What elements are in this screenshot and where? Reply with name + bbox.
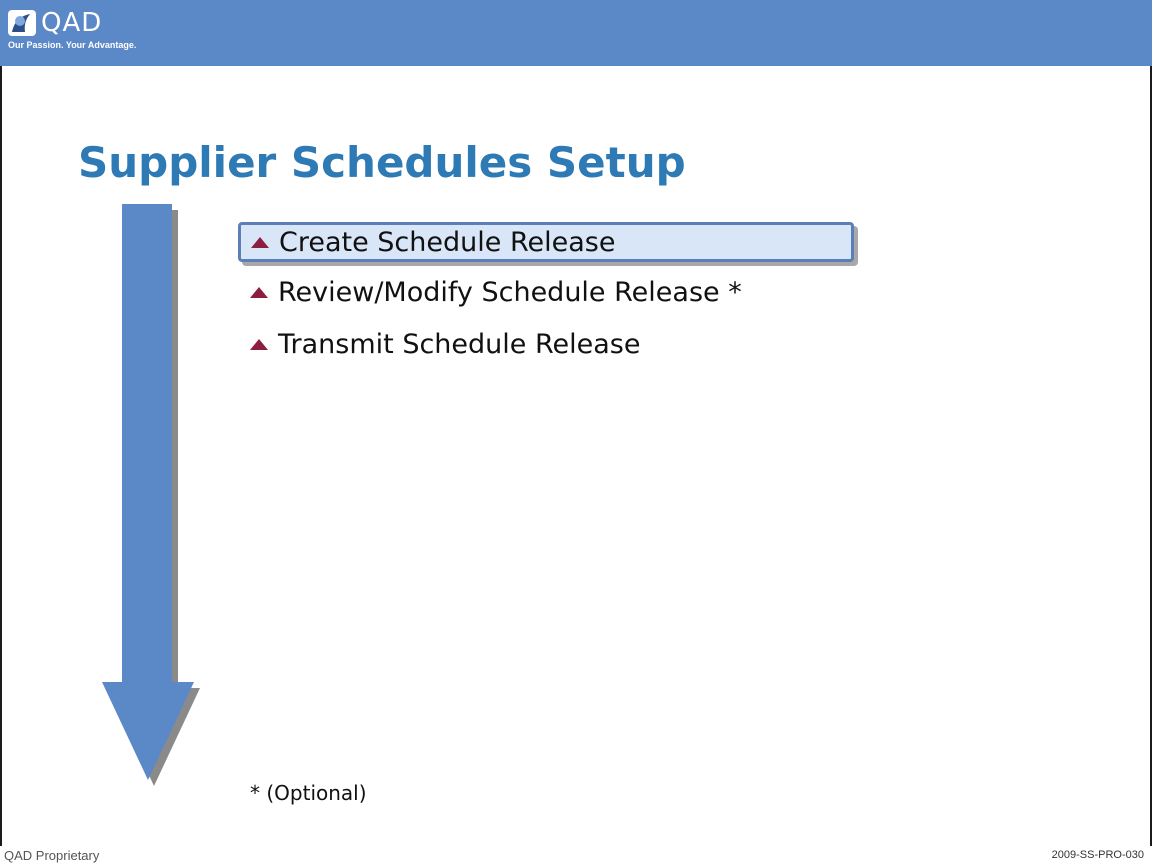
triangle-up-icon [251,236,269,248]
triangle-up-icon [250,338,268,350]
step-create-schedule-release: Create Schedule Release [238,222,854,262]
step-transmit-schedule-release: Transmit Schedule Release [238,318,854,370]
footer-doc-code: 2009-SS-PRO-030 [1051,849,1144,861]
slide: QAD Our Passion. Your Advantage. Supplie… [0,0,1152,865]
footer-proprietary: QAD Proprietary [4,848,100,863]
page-title: Supplier Schedules Setup [78,138,686,187]
step-review-modify-schedule-release: Review/Modify Schedule Release * [238,266,854,318]
logo-tagline: Our Passion. Your Advantage. [8,40,137,50]
logo-wordmark: QAD [41,8,103,38]
left-border [0,66,2,846]
triangle-up-icon [250,286,268,298]
qad-logo-icon [8,10,36,36]
header-banner: QAD Our Passion. Your Advantage. [0,0,1152,66]
qad-logo: QAD Our Passion. Your Advantage. [8,8,208,60]
optional-note: * (Optional) [250,781,367,805]
step-label: Review/Modify Schedule Release * [278,276,742,308]
down-arrow-icon [102,204,200,786]
step-label: Transmit Schedule Release [278,328,641,360]
steps-list: Create Schedule Release Review/Modify Sc… [238,222,854,370]
step-label: Create Schedule Release [279,226,616,258]
